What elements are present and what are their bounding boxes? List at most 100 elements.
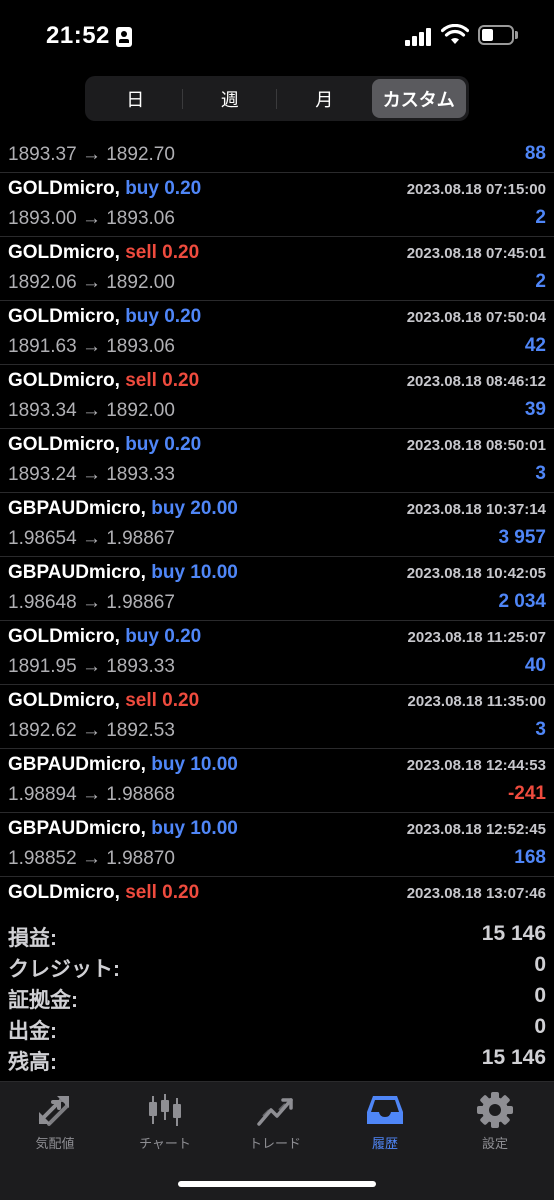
summary-value: 15 146 xyxy=(481,1046,546,1069)
summary-label: クレジット: xyxy=(8,958,120,981)
summary-label: 出金: xyxy=(8,1020,57,1043)
trade-row[interactable]: GOLDmicro, sell 0.20 2023.08.18 07:45:01 1… xyxy=(0,237,554,301)
trade-prices: 1891.63 → 1893.06 xyxy=(8,336,175,357)
trade-profit: 3 xyxy=(535,463,546,484)
trade-datetime: 2023.08.18 12:44:53 xyxy=(406,757,546,774)
trade-profit: 40 xyxy=(524,655,546,676)
trade-prices: 1.98894 → 1.98868 xyxy=(8,784,175,805)
trade-side: buy 10.00 xyxy=(151,562,238,583)
home-indicator xyxy=(178,1181,376,1187)
trade-symbol-line: GOLDmicro, sell 0.20 xyxy=(8,370,199,392)
summary-value: 0 xyxy=(534,953,546,976)
trade-profit: 2 xyxy=(535,207,546,228)
summary-value: 0 xyxy=(534,1015,546,1038)
trade-symbol: GOLDmicro, xyxy=(8,242,120,263)
trade-symbol: GOLDmicro, xyxy=(8,690,120,711)
cellular-signal-icon xyxy=(405,26,433,46)
wifi-icon xyxy=(441,24,469,44)
trade-prices: 1.98852 → 1.98870 xyxy=(8,848,175,869)
trade-profit: -241 xyxy=(507,783,546,804)
trade-datetime: 2023.08.18 07:45:01 xyxy=(406,245,546,262)
gear-icon xyxy=(477,1092,513,1128)
trade-row[interactable]: GBPAUDmicro, buy 10.00 2023.08.18 10:42:0… xyxy=(0,557,554,621)
status-bar: 21:52 xyxy=(0,0,554,70)
trade-symbol: GOLDmicro, xyxy=(8,370,120,391)
summary-row: 残高: 15 146 xyxy=(0,1044,554,1075)
tab-history[interactable]: 履歴 xyxy=(330,1090,440,1152)
trade-prices: 1.98648 → 1.98867 xyxy=(8,592,175,613)
trade-row[interactable]: GBPAUDmicro, buy 20.00 2023.08.18 10:37:1… xyxy=(0,493,554,557)
trade-row[interactable]: GBPAUDmicro, buy 10.00 2023.08.18 12:44:5… xyxy=(0,749,554,813)
trade-datetime: 2023.08.18 12:52:45 xyxy=(406,821,546,838)
trade-row[interactable]: GOLDmicro, sell 0.20 2023.08.18 08:46:12 1… xyxy=(0,365,554,429)
trade-side: buy 0.20 xyxy=(125,178,202,199)
trade-symbol-line: GBPAUDmicro, buy 20.00 xyxy=(8,498,238,520)
trade-symbol-line: GOLDmicro, buy 0.20 xyxy=(8,178,201,200)
trade-symbol: GOLDmicro, xyxy=(8,178,120,199)
trade-prices: 1893.34 → 1892.00 xyxy=(8,400,175,421)
summary-value: 0 xyxy=(534,984,546,1007)
trade-row-partial[interactable]: 1893.37 → 1892.70 88 xyxy=(0,126,554,173)
trade-row[interactable]: GOLDmicro, sell 0.202023.08.18 13:07:461… xyxy=(0,877,554,910)
segment-custom[interactable]: カスタム xyxy=(371,79,466,118)
trade-symbol-line: GOLDmicro, buy 0.20 xyxy=(8,626,201,648)
tab-quotes[interactable]: 気配値 xyxy=(0,1090,110,1152)
trade-row[interactable]: GOLDmicro, buy 0.20 2023.08.18 11:25:07 18… xyxy=(0,621,554,685)
battery-icon xyxy=(478,25,514,45)
summary-value: 15 146 xyxy=(481,922,546,945)
trade-prices: 1893.00 → 1893.06 xyxy=(8,208,175,229)
trade-side: sell 0.20 xyxy=(125,370,200,391)
summary-row: 証拠金: 0 xyxy=(0,982,554,1013)
tab-chart[interactable]: チャート xyxy=(110,1090,220,1152)
trade-symbol-line: GOLDmicro, buy 0.20 xyxy=(8,434,201,456)
trade-symbol-line: GBPAUDmicro, buy 10.00 xyxy=(8,754,238,776)
trade-trend-icon xyxy=(257,1098,293,1126)
trade-history-list[interactable]: 1893.37 → 1892.70 88 GOLDmicro, buy 0.20… xyxy=(0,126,554,910)
trade-symbol: GOLDmicro, xyxy=(8,882,120,903)
trade-prices: 1891.95 → 1893.33 xyxy=(8,656,175,677)
trade-side: buy 20.00 xyxy=(151,498,238,519)
trade-row[interactable]: GOLDmicro, sell 0.20 2023.08.18 11:35:00 1… xyxy=(0,685,554,749)
trade-symbol: GOLDmicro, xyxy=(8,306,120,327)
trade-symbol-line: GOLDmicro, sell 0.20 xyxy=(8,242,199,264)
segment-week[interactable]: 週 xyxy=(183,79,278,118)
trade-side: buy 10.00 xyxy=(151,754,238,775)
trade-datetime: 2023.08.18 08:50:01 xyxy=(406,437,546,454)
trade-symbol: GOLDmicro, xyxy=(8,626,120,647)
trade-row[interactable]: GOLDmicro, buy 0.20 2023.08.18 08:50:01 18… xyxy=(0,429,554,493)
trade-datetime: 2023.08.18 11:25:07 xyxy=(407,629,546,646)
trade-profit: 168 xyxy=(514,847,546,868)
trade-symbol-line: GOLDmicro, buy 0.20 xyxy=(8,306,201,328)
tab-trade[interactable]: トレード xyxy=(220,1090,330,1152)
segment-day[interactable]: 日 xyxy=(88,79,183,118)
trade-symbol-line: GBPAUDmicro, buy 10.00 xyxy=(8,562,238,584)
trade-side: buy 0.20 xyxy=(125,434,202,455)
segment-month[interactable]: 月 xyxy=(277,79,372,118)
trade-row[interactable]: GBPAUDmicro, buy 10.00 2023.08.18 12:52:4… xyxy=(0,813,554,877)
tab-label: トレード xyxy=(248,1136,301,1151)
period-segmented-control: 日 週 月 カスタム xyxy=(85,76,469,121)
summary-row: クレジット: 0 xyxy=(0,951,554,982)
summary-row: 損益: 15 146 xyxy=(0,920,554,951)
trade-symbol-line: GBPAUDmicro, buy 10.00 xyxy=(8,818,238,840)
trade-row[interactable]: GOLDmicro, buy 0.20 2023.08.18 07:50:04 18… xyxy=(0,301,554,365)
trade-side: buy 0.20 xyxy=(125,306,202,327)
trade-row[interactable]: GOLDmicro, buy 0.20 2023.08.18 07:15:00 18… xyxy=(0,173,554,237)
trade-symbol: GBPAUDmicro, xyxy=(8,562,146,583)
trade-symbol-line: GOLDmicro, sell 0.20 xyxy=(8,882,199,904)
trade-prices: 1892.62 → 1892.53 xyxy=(8,720,175,741)
trade-symbol: GOLDmicro, xyxy=(8,434,120,455)
tab-label: チャート xyxy=(139,1136,191,1151)
summary-label: 損益: xyxy=(8,927,57,950)
trade-symbol: GBPAUDmicro, xyxy=(8,498,146,519)
contact-card-icon xyxy=(116,27,132,47)
history-inbox-icon xyxy=(367,1096,403,1124)
tab-label: 気配値 xyxy=(35,1136,75,1151)
trade-profit: 2 034 xyxy=(498,591,546,612)
trade-side: sell 0.20 xyxy=(125,690,200,711)
trade-symbol: GBPAUDmicro, xyxy=(8,818,146,839)
trade-prices: 1893.37 → 1892.70 xyxy=(8,144,175,165)
tab-settings[interactable]: 設定 xyxy=(440,1090,550,1152)
trade-symbol: GBPAUDmicro, xyxy=(8,754,146,775)
trade-profit: 39 xyxy=(524,399,546,420)
